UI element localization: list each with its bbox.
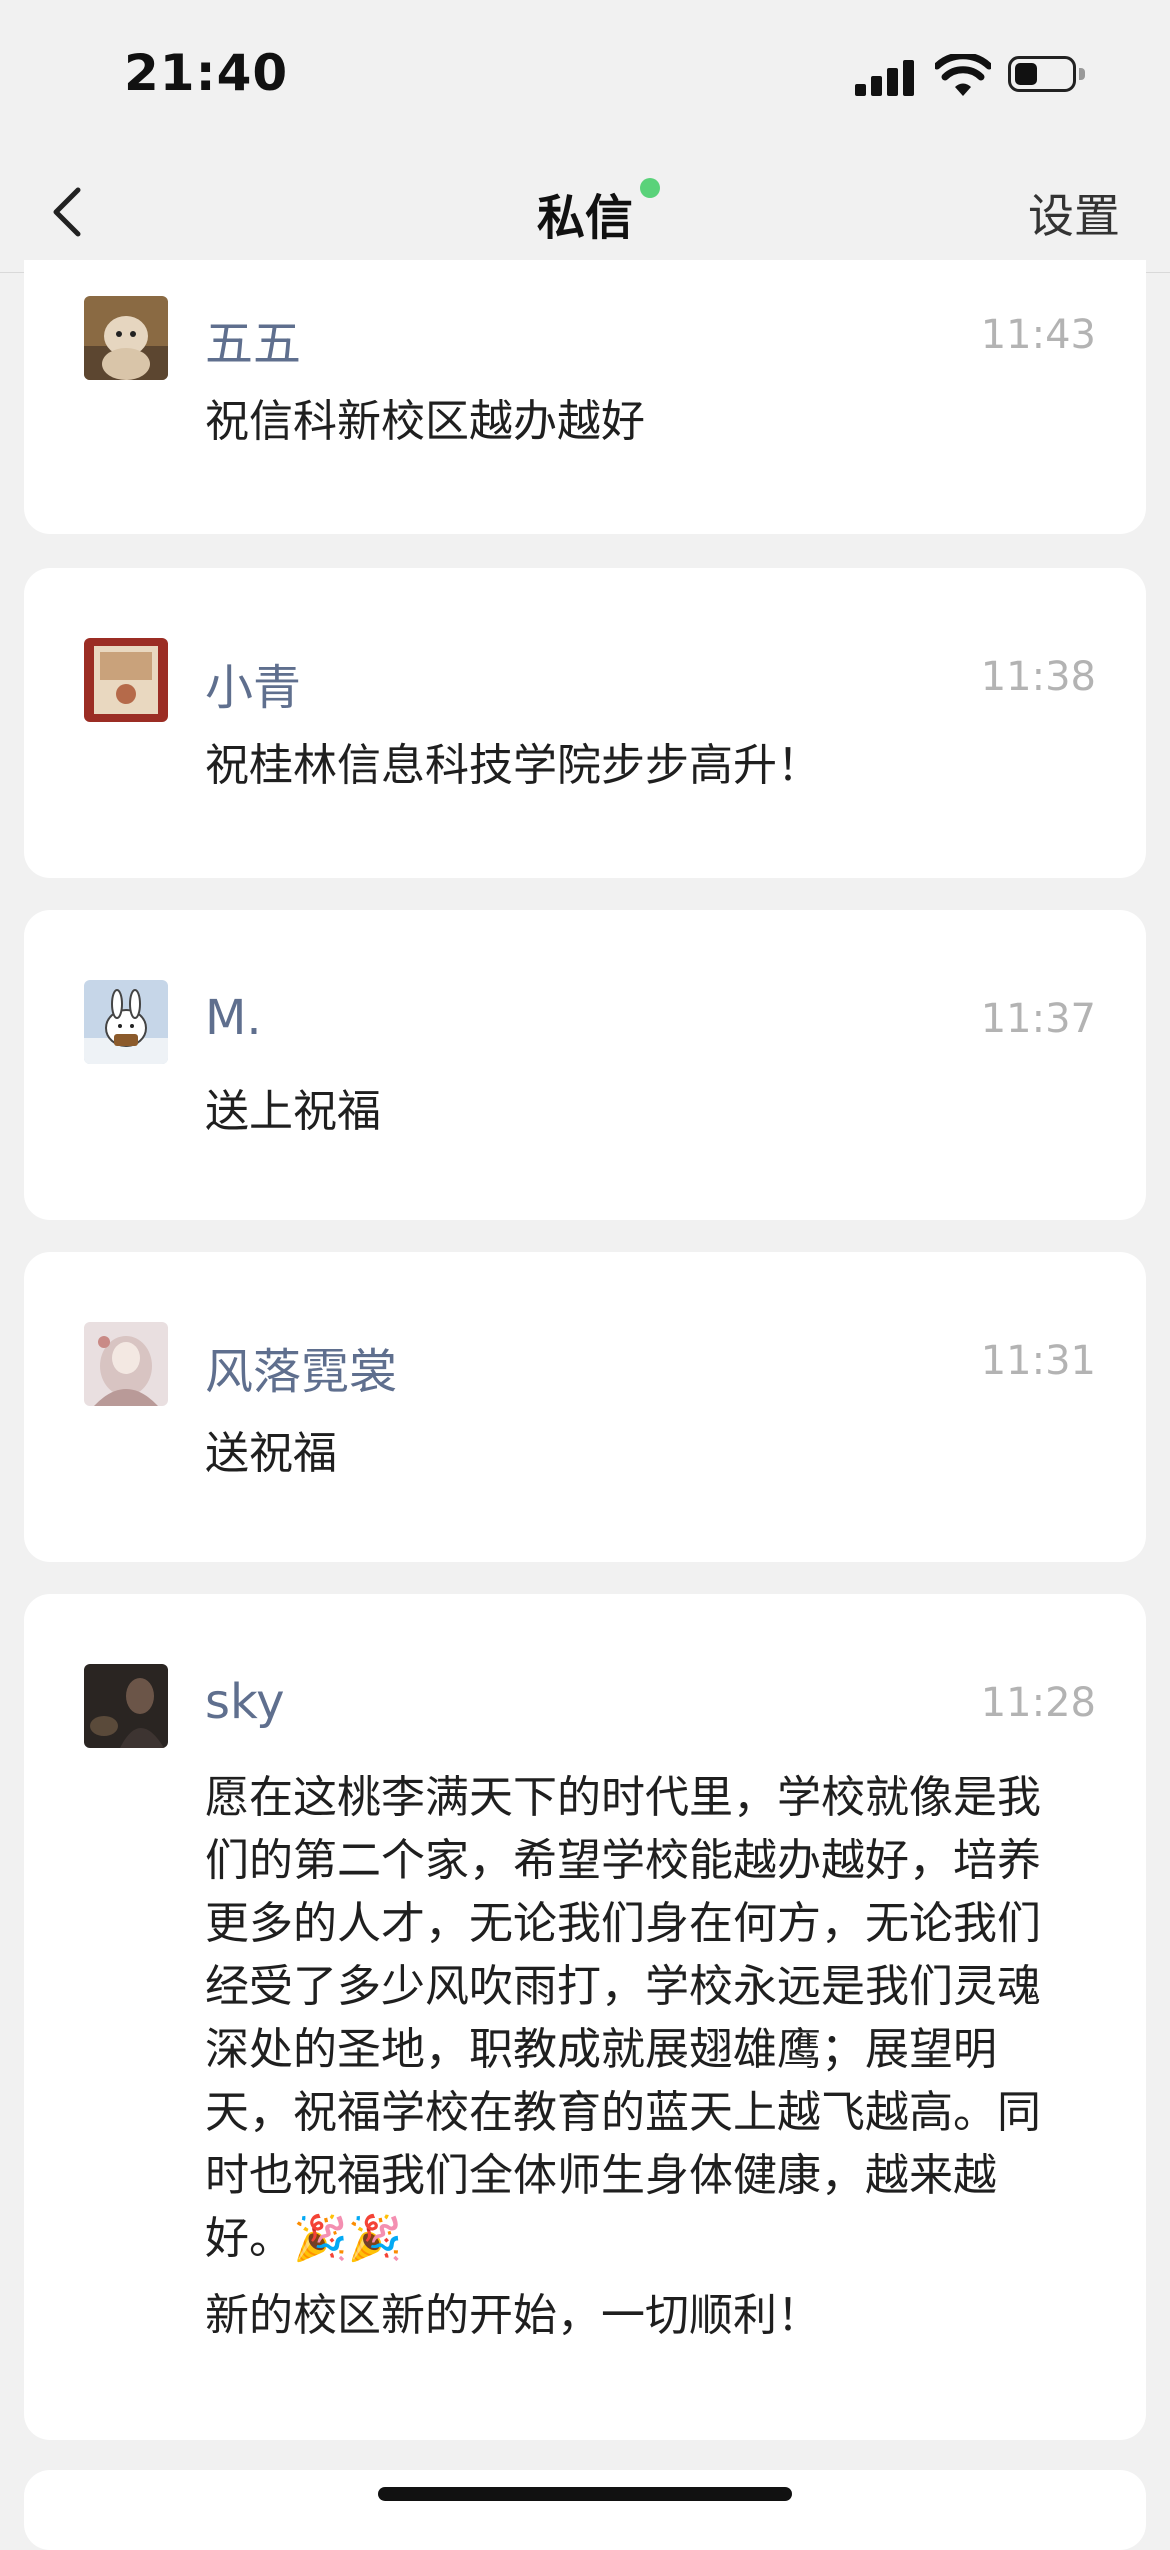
battery-icon bbox=[1008, 56, 1088, 94]
sender-name[interactable]: 风落霓裳 bbox=[205, 1332, 397, 1402]
status-bar: 21:40 bbox=[0, 0, 1170, 150]
message-card[interactable]: 小青 11:38 祝桂林信息科技学院步步高升！ bbox=[24, 568, 1146, 878]
message-paragraph: 祝信科新校区越办越好 bbox=[205, 396, 645, 447]
home-indicator[interactable] bbox=[378, 2487, 792, 2501]
avatar-icon[interactable] bbox=[84, 1322, 168, 1406]
message-text: 祝信科新校区越办越好 bbox=[205, 390, 1076, 453]
nav-bar: 私信 设置 bbox=[0, 150, 1170, 273]
message-card[interactable]: 五五 11:43 祝信科新校区越办越好 bbox=[24, 260, 1146, 534]
sender-name[interactable]: M. bbox=[205, 990, 262, 1046]
avatar-icon[interactable] bbox=[84, 980, 168, 1064]
message-text: 送上祝福 bbox=[205, 1080, 1076, 1143]
page-title: 私信 bbox=[536, 190, 633, 246]
message-card[interactable]: 风落霓裳 11:31 送祝福 bbox=[24, 1252, 1146, 1562]
message-paragraph: 祝桂林信息科技学院步步高升！ bbox=[205, 740, 821, 791]
message-card[interactable] bbox=[24, 2470, 1146, 2550]
message-text: 愿在这桃李满天下的时代里，学校就像是我们的第二个家，希望学校能越办越好，培养更多… bbox=[205, 1766, 1076, 2347]
message-paragraph: 送祝福 bbox=[205, 1428, 337, 1479]
message-card[interactable]: sky 11:28 愿在这桃李满天下的时代里，学校就像是我们的第二个家，希望学校… bbox=[24, 1594, 1146, 2440]
avatar-icon[interactable] bbox=[84, 1664, 168, 1748]
message-card[interactable]: M. 11:37 送上祝福 bbox=[24, 910, 1146, 1220]
cellular-signal-icon bbox=[855, 60, 915, 96]
message-time: 11:31 bbox=[980, 1338, 1096, 1384]
sender-name[interactable]: 小青 bbox=[205, 648, 301, 718]
online-status-dot bbox=[640, 178, 660, 198]
sender-name[interactable]: sky bbox=[205, 1674, 285, 1730]
message-paragraph: 新的校区新的开始，一切顺利！ bbox=[205, 2290, 821, 2341]
message-text: 送祝福 bbox=[205, 1422, 1076, 1485]
avatar-icon[interactable] bbox=[84, 638, 168, 722]
settings-button[interactable]: 设置 bbox=[1028, 180, 1120, 246]
message-time: 11:43 bbox=[980, 312, 1096, 358]
avatar-icon[interactable] bbox=[84, 296, 168, 380]
message-paragraph: 愿在这桃李满天下的时代里，学校就像是我们的第二个家，希望学校能越办越好，培养更多… bbox=[205, 1772, 1041, 2264]
message-paragraph: 送上祝福 bbox=[205, 1086, 381, 1137]
message-time: 11:38 bbox=[980, 654, 1096, 700]
message-text: 祝桂林信息科技学院步步高升！ bbox=[205, 734, 1076, 797]
wifi-icon bbox=[935, 54, 991, 96]
sender-name[interactable]: 五五 bbox=[205, 304, 301, 374]
message-time: 11:28 bbox=[980, 1680, 1096, 1726]
status-time: 21:40 bbox=[124, 44, 289, 102]
message-time: 11:37 bbox=[980, 996, 1096, 1042]
